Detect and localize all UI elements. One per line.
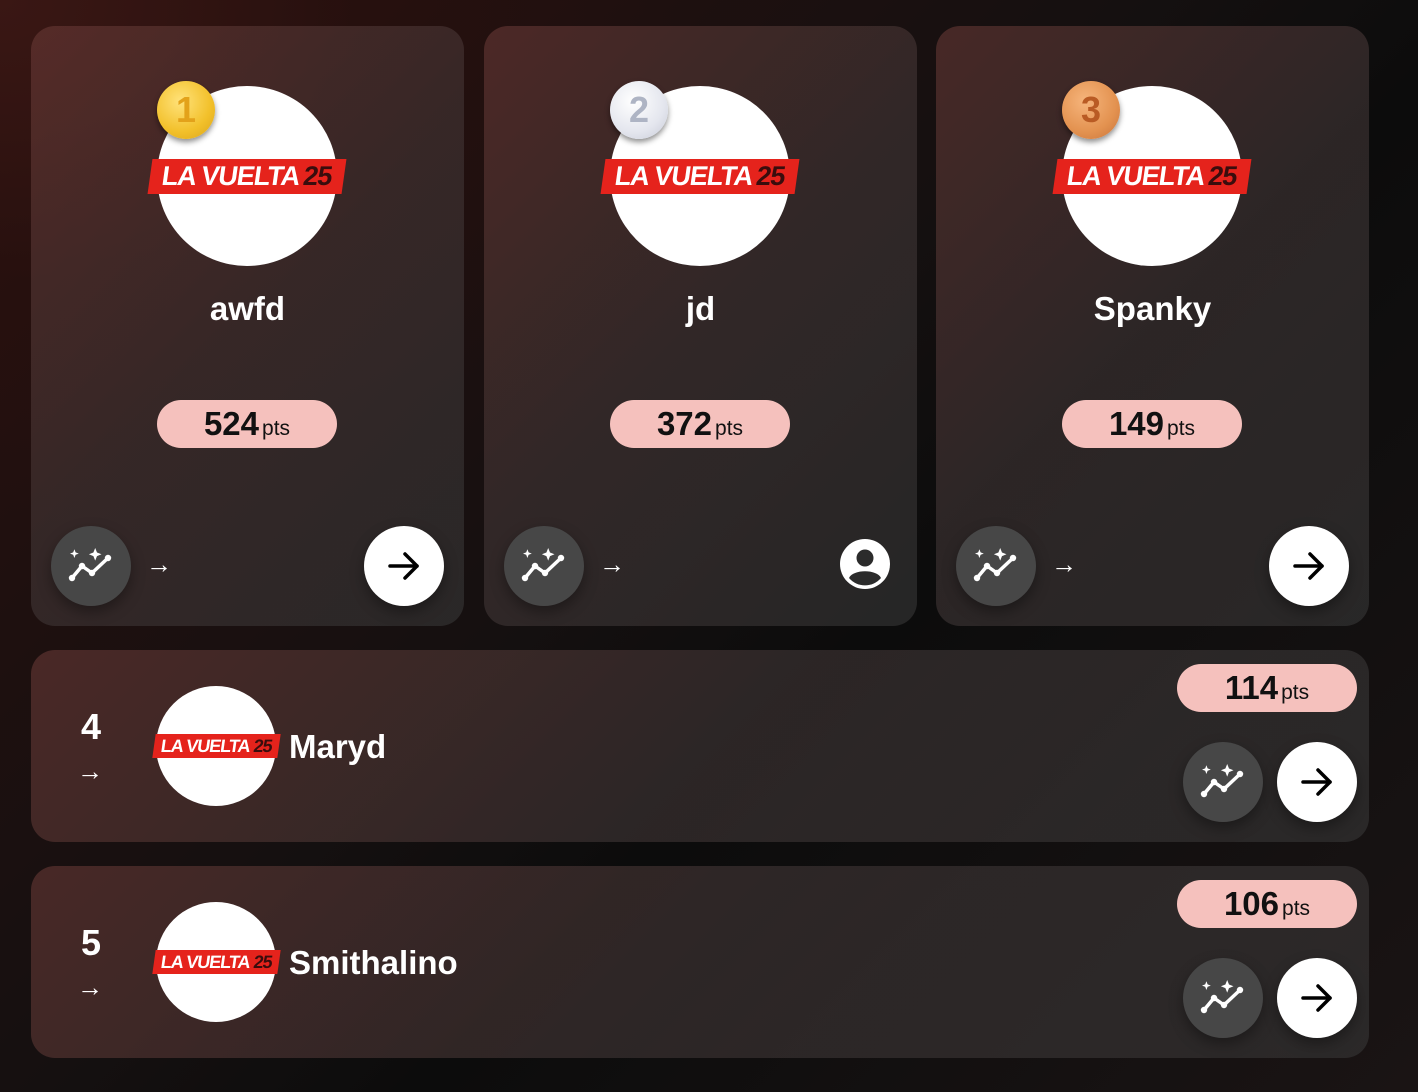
trend-sparkle-icon — [1200, 980, 1244, 1014]
rank-change-indicator: → — [146, 549, 172, 579]
player-name: jd — [685, 290, 716, 327]
points-badge: 149 pts — [1062, 400, 1242, 448]
arrow-right-icon — [1301, 984, 1332, 1012]
bronze-medal-badge: 3 — [1062, 81, 1120, 139]
podium-card-2: LA VUELTA 25 2 jd 372 pts → — [484, 26, 917, 626]
la-vuelta-logo: LA VUELTA 25 — [1052, 158, 1252, 194]
stats-trend-button[interactable] — [956, 526, 1036, 606]
stats-trend-button[interactable] — [504, 526, 584, 606]
view-player-button[interactable] — [1277, 742, 1357, 822]
la-vuelta-logo: LA VUELTA 25 — [600, 158, 800, 194]
view-player-button[interactable] — [1277, 958, 1357, 1038]
rank-change-indicator: → — [77, 972, 103, 1002]
la-vuelta-logo: LA VUELTA 25 — [151, 950, 281, 974]
arrow-right-icon — [388, 552, 419, 580]
arrow-right-icon — [1301, 768, 1332, 796]
points-badge: 524 pts — [157, 400, 337, 448]
player-name: Maryd — [289, 728, 387, 765]
rank-change-indicator: → — [77, 756, 103, 786]
view-player-button[interactable] — [1269, 526, 1349, 606]
user-profile-icon[interactable] — [840, 539, 890, 589]
rank-number: 5 — [80, 922, 102, 963]
la-vuelta-logo: LA VUELTA 25 — [147, 158, 347, 194]
points-badge: 372 pts — [610, 400, 790, 448]
stats-trend-button[interactable] — [1183, 742, 1263, 822]
trend-sparkle-icon — [521, 548, 565, 582]
la-vuelta-logo: LA VUELTA 25 — [151, 734, 281, 758]
rank-number: 4 — [80, 706, 102, 747]
leaderboard-row-5: 5 → LA VUELTA 25 Smithalino 106 pts — [31, 866, 1369, 1058]
trend-sparkle-icon — [68, 548, 112, 582]
stats-trend-button[interactable] — [1183, 958, 1263, 1038]
rank-change-indicator: → — [599, 549, 625, 579]
trend-sparkle-icon — [1200, 764, 1244, 798]
gold-medal-badge: 1 — [157, 81, 215, 139]
avatar: LA VUELTA 25 — [151, 902, 281, 1022]
points-badge: 106 pts — [1177, 880, 1357, 928]
podium-card-3: LA VUELTA 25 3 Spanky 149 pts → — [936, 26, 1369, 626]
avatar: LA VUELTA 25 — [151, 686, 281, 806]
leaderboard-row-4: 4 → LA VUELTA 25 Maryd 114 pts — [31, 650, 1369, 842]
arrow-right-icon — [1293, 552, 1324, 580]
player-name: Smithalino — [289, 944, 458, 981]
player-name: awfd — [209, 290, 286, 327]
rank-change-indicator: → — [1051, 549, 1077, 579]
silver-medal-badge: 2 — [610, 81, 668, 139]
view-player-button[interactable] — [364, 526, 444, 606]
stats-trend-button[interactable] — [51, 526, 131, 606]
player-name: Spanky — [1093, 290, 1212, 327]
trend-sparkle-icon — [973, 548, 1017, 582]
podium-card-1: LA VUELTA 25 1 awfd 524 pts → — [31, 26, 464, 626]
points-badge: 114 pts — [1177, 664, 1357, 712]
